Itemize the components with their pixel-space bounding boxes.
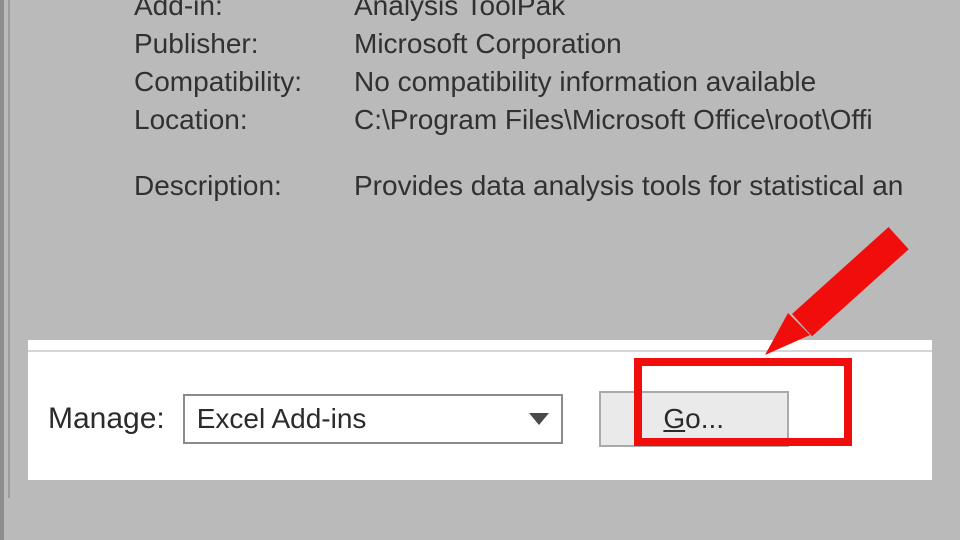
manage-dropdown[interactable]: Excel Add-ins: [183, 394, 563, 444]
value-location: C:\Program Files\Microsoft Office\root\O…: [354, 104, 960, 136]
label-location: Location:: [134, 104, 354, 136]
panel-left-border: [8, 0, 16, 498]
row-compatibility: Compatibility: No compatibility informat…: [134, 66, 960, 98]
chevron-down-icon: [529, 413, 549, 425]
value-description: Provides data analysis tools for statist…: [354, 170, 960, 202]
manage-label: Manage:: [48, 402, 165, 436]
go-button-label: Go...: [663, 403, 724, 435]
row-location: Location: C:\Program Files\Microsoft Off…: [134, 104, 960, 136]
label-addin: Add-in:: [134, 0, 354, 22]
value-addin: Analysis ToolPak: [354, 0, 960, 22]
row-addin: Add-in: Analysis ToolPak: [134, 0, 960, 22]
label-publisher: Publisher:: [134, 28, 354, 60]
value-publisher: Microsoft Corporation: [354, 28, 960, 60]
value-compatibility: No compatibility information available: [354, 66, 960, 98]
row-publisher: Publisher: Microsoft Corporation: [134, 28, 960, 60]
row-description: Description: Provides data analysis tool…: [134, 170, 960, 202]
label-description: Description:: [134, 170, 354, 202]
go-button[interactable]: Go...: [599, 391, 789, 447]
addin-details-block: Add-in: Analysis ToolPak Publisher: Micr…: [134, 0, 960, 208]
label-compatibility: Compatibility:: [134, 66, 354, 98]
manage-dropdown-value: Excel Add-ins: [197, 403, 367, 435]
manage-strip: Manage: Excel Add-ins Go...: [28, 340, 932, 480]
